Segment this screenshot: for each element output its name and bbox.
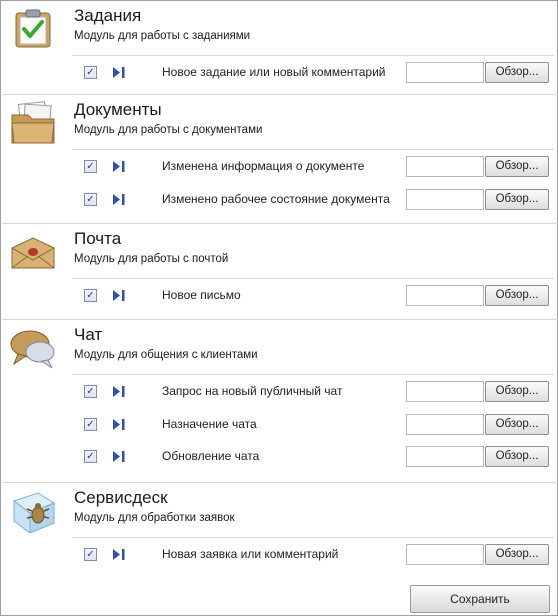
sound-file-field[interactable]: [406, 188, 484, 210]
section-header: Задания Модуль для работы с заданиями: [2, 1, 558, 55]
browse-button[interactable]: Обзор...: [485, 544, 549, 565]
section-header: Почта Модуль для работы с почтой: [2, 224, 558, 278]
enable-checkbox[interactable]: ✓: [84, 66, 97, 79]
browse-button[interactable]: Обзор...: [485, 285, 549, 306]
section-tasks: Задания Модуль для работы с заданиями ✓ …: [2, 1, 558, 89]
event-label: Изменено рабочее состояние документа: [162, 191, 390, 206]
clipboard-check-icon: [8, 7, 58, 51]
enable-checkbox[interactable]: ✓: [84, 289, 97, 302]
browse-button[interactable]: Обзор...: [485, 62, 549, 83]
event-rows: ✓ Изменена информация о документе Обзор.…: [72, 149, 554, 215]
play-sound-icon[interactable]: [112, 450, 126, 463]
sound-file-field[interactable]: [406, 62, 484, 83]
sound-file-field[interactable]: [406, 413, 484, 435]
event-row: ✓ Новое задание или новый комментарий Об…: [72, 56, 554, 89]
event-label: Назначение чата: [162, 416, 257, 431]
event-label: Запрос на новый публичный чат: [162, 384, 343, 398]
enable-checkbox[interactable]: ✓: [84, 450, 97, 464]
save-button[interactable]: Сохранить: [410, 585, 550, 613]
chat-bubbles-icon: [8, 326, 58, 370]
sound-settings-panel: Задания Модуль для работы с заданиями ✓ …: [0, 0, 558, 616]
event-row: ✓ Обновление чата Обзор...: [72, 440, 554, 473]
sound-file-field[interactable]: [406, 156, 484, 177]
enable-checkbox[interactable]: ✓: [84, 417, 97, 431]
section-chat: Чат Модуль для общения с клиентами ✓ Зап…: [2, 319, 558, 473]
section-subtitle: Модуль для работы с почтой: [74, 253, 229, 265]
event-label: Новое задание или новый комментарий: [162, 65, 386, 79]
event-label: Изменена информация о документе: [162, 159, 365, 173]
event-rows: ✓ Новая заявка или комментарий Обзор...: [72, 537, 554, 571]
section-servicedesk: Сервисдеск Модуль для обработки заявок ✓…: [2, 482, 558, 571]
section-header: Сервисдеск Модуль для обработки заявок: [2, 483, 558, 537]
event-label: Новое письмо: [162, 288, 241, 302]
section-title: Сервисдеск: [74, 488, 168, 507]
event-row: ✓ Назначение чата Обзор...: [72, 408, 554, 441]
play-sound-icon[interactable]: [112, 548, 126, 561]
section-subtitle: Модуль для обработки заявок: [74, 512, 235, 524]
section-subtitle: Модуль для общения с клиентами: [74, 349, 258, 361]
enable-checkbox[interactable]: ✓: [84, 548, 97, 561]
event-rows: ✓ Новое письмо Обзор...: [72, 278, 554, 312]
event-row: ✓ Изменена информация о документе Обзор.…: [72, 150, 554, 183]
section-mail: Почта Модуль для работы с почтой ✓ Новое…: [2, 223, 558, 312]
folder-documents-icon: [8, 101, 58, 145]
section-subtitle: Модуль для работы с заданиями: [74, 30, 251, 42]
sound-file-field[interactable]: [406, 446, 484, 468]
play-sound-icon[interactable]: [112, 193, 126, 206]
event-rows: ✓ Новое задание или новый комментарий Об…: [72, 55, 554, 89]
event-row: ✓ Новая заявка или комментарий Обзор...: [72, 538, 554, 571]
play-sound-icon[interactable]: [112, 418, 126, 431]
section-documents: Документы Модуль для работы с документам…: [2, 94, 558, 215]
event-label: Новая заявка или комментарий: [162, 547, 339, 561]
section-header: Документы Модуль для работы с документам…: [2, 95, 558, 149]
play-sound-icon[interactable]: [112, 289, 126, 302]
event-row: ✓ Новое письмо Обзор...: [72, 279, 554, 312]
event-label: Обновление чата: [162, 449, 260, 464]
section-title: Задания: [74, 6, 142, 25]
browse-button[interactable]: Обзор...: [485, 156, 549, 177]
sound-file-field[interactable]: [406, 544, 484, 565]
enable-checkbox[interactable]: ✓: [84, 160, 97, 173]
play-sound-icon[interactable]: [112, 385, 126, 398]
sound-file-field[interactable]: [406, 381, 484, 402]
play-sound-icon[interactable]: [112, 66, 126, 79]
event-row: ✓ Изменено рабочее состояние документа О…: [72, 183, 554, 216]
browse-button[interactable]: Обзор...: [485, 381, 549, 402]
section-subtitle: Модуль для работы с документами: [74, 124, 263, 136]
section-title: Чат: [74, 325, 103, 344]
section-header: Чат Модуль для общения с клиентами: [2, 320, 558, 374]
envelope-icon: [8, 230, 58, 274]
browse-button[interactable]: Обзор...: [485, 446, 549, 468]
event-rows: ✓ Запрос на новый публичный чат Обзор...…: [72, 374, 554, 473]
browse-button[interactable]: Обзор...: [485, 413, 549, 435]
event-row: ✓ Запрос на новый публичный чат Обзор...: [72, 375, 554, 408]
play-sound-icon[interactable]: [112, 160, 126, 173]
bug-box-icon: [8, 489, 58, 534]
section-title: Почта: [74, 229, 122, 248]
browse-button[interactable]: Обзор...: [485, 188, 549, 210]
enable-checkbox[interactable]: ✓: [84, 385, 97, 398]
sound-file-field[interactable]: [406, 285, 484, 306]
enable-checkbox[interactable]: ✓: [84, 192, 97, 206]
section-title: Документы: [74, 100, 162, 119]
